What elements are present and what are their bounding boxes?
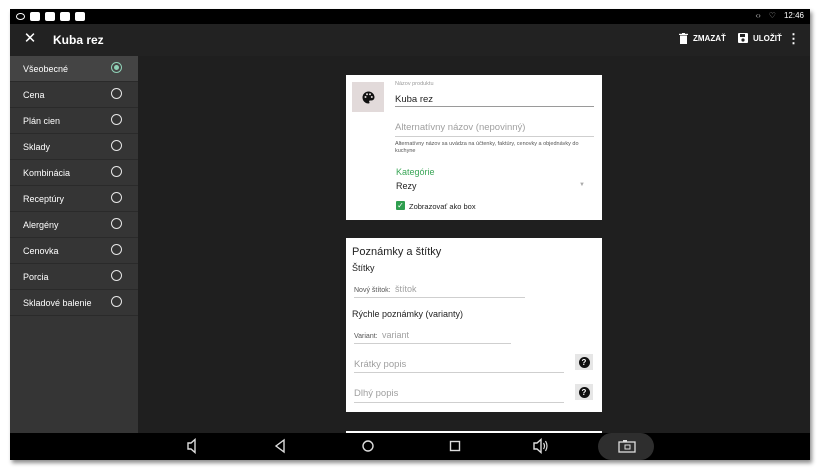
sidebar-item-general[interactable]: Všeobecné bbox=[10, 56, 138, 82]
message-icon bbox=[75, 12, 85, 21]
sidebar-item-label: Sklady bbox=[23, 142, 51, 152]
sidebar-item-recipes[interactable]: Receptúry bbox=[10, 186, 138, 212]
product-card: Názov produktu Kuba rez Alternatívny náz… bbox=[346, 75, 602, 220]
sidebar-item-stock-packaging[interactable]: Skladové balenie bbox=[10, 290, 138, 316]
variant-underline bbox=[354, 343, 511, 344]
status-bar: ‹› ♡ 12:46 bbox=[10, 9, 810, 24]
recents-icon[interactable] bbox=[448, 438, 462, 454]
save-button[interactable]: ULOŽIŤ bbox=[738, 33, 782, 43]
device-screen: ‹› ♡ 12:46 ✕ Kuba rez ZMAZAŤ ULOŽIŤ ⋮ Vš… bbox=[10, 9, 810, 460]
radio-icon bbox=[111, 88, 122, 99]
back-icon[interactable] bbox=[274, 438, 286, 454]
tags-title: Štítky bbox=[352, 263, 375, 273]
status-time: 12:46 bbox=[783, 11, 804, 20]
screen-icon bbox=[30, 12, 40, 21]
sidebar-item-warehouses[interactable]: Sklady bbox=[10, 134, 138, 160]
main-content: Názov produktu Kuba rez Alternatívny náz… bbox=[138, 56, 810, 435]
sidebar-item-label: Kombinácia bbox=[23, 168, 71, 178]
sidebar-item-label: Skladové balenie bbox=[23, 298, 92, 308]
long-description-help-button[interactable]: ? bbox=[575, 384, 593, 400]
screenshot-icon[interactable] bbox=[618, 439, 636, 453]
alt-name-underline bbox=[395, 136, 594, 137]
product-name-underline bbox=[395, 106, 594, 107]
save-icon bbox=[738, 33, 748, 43]
radio-checked-icon bbox=[111, 62, 122, 73]
dropdown-arrow-icon[interactable]: ▼ bbox=[579, 182, 585, 188]
sidebar-item-label: Plán cien bbox=[23, 116, 61, 126]
code-icon: ‹› bbox=[755, 11, 761, 20]
variant-input[interactable]: variant bbox=[382, 330, 409, 340]
save-label: ULOŽIŤ bbox=[753, 33, 782, 43]
sidebar-item-combination[interactable]: Kombinácia bbox=[10, 160, 138, 186]
help-icon: ? bbox=[578, 356, 590, 368]
volume-down-icon[interactable] bbox=[186, 438, 200, 454]
more-vert-icon[interactable]: ⋮ bbox=[787, 31, 800, 47]
sidebar-item-label: Cenovka bbox=[23, 246, 59, 256]
new-tag-label: Nový štítok: bbox=[354, 287, 391, 294]
category-select[interactable]: Rezy bbox=[396, 181, 417, 191]
quick-notes-title: Rýchle poznámky (varianty) bbox=[352, 309, 464, 319]
product-image[interactable] bbox=[352, 82, 384, 112]
sidebar-item-portion[interactable]: Porcia bbox=[10, 264, 138, 290]
palette-icon bbox=[362, 91, 374, 103]
navigation-bar bbox=[10, 433, 810, 460]
sidebar-item-price[interactable]: Cena bbox=[10, 82, 138, 108]
notes-card: Poznámky a štítky Štítky Nový štítok: št… bbox=[346, 238, 602, 412]
page-title: Kuba rez bbox=[53, 33, 104, 47]
radio-icon bbox=[111, 270, 122, 281]
radio-icon bbox=[111, 114, 122, 125]
show-as-box-label: Zobrazovať ako box bbox=[409, 202, 476, 211]
alt-name-helper: Alternatívny názov sa uvádza na účtenky,… bbox=[395, 141, 579, 154]
app-bar: ✕ Kuba rez ZMAZAŤ ULOŽIŤ ⋮ bbox=[10, 24, 810, 56]
home-icon[interactable] bbox=[361, 438, 375, 454]
radio-icon bbox=[111, 218, 122, 229]
sidebar-item-price-tag[interactable]: Cenovka bbox=[10, 238, 138, 264]
variant-label: Variant: bbox=[354, 333, 378, 340]
short-description-help-button[interactable]: ? bbox=[575, 354, 593, 370]
show-as-box-checkbox[interactable]: ✓ bbox=[396, 201, 405, 210]
category-label: Kategórie bbox=[396, 167, 435, 177]
radio-icon bbox=[111, 140, 122, 151]
long-description-underline bbox=[354, 402, 564, 403]
sidebar: Všeobecné Cena Plán cien Sklady Kombinác… bbox=[10, 56, 138, 433]
sidebar-item-label: Všeobecné bbox=[23, 64, 69, 74]
eye-icon bbox=[16, 13, 25, 20]
new-tag-underline bbox=[354, 297, 525, 298]
product-name-label: Názov produktu bbox=[395, 81, 434, 87]
sidebar-item-label: Alergény bbox=[23, 220, 59, 230]
notes-title: Poznámky a štítky bbox=[352, 246, 442, 258]
sidebar-item-label: Receptúry bbox=[23, 194, 65, 204]
help-icon: ? bbox=[578, 386, 590, 398]
volume-up-icon[interactable] bbox=[533, 438, 549, 454]
product-name-input[interactable]: Kuba rez bbox=[395, 94, 433, 105]
wifi-icon: ♡ bbox=[768, 11, 776, 20]
radio-icon bbox=[111, 166, 122, 177]
radio-icon bbox=[111, 192, 122, 203]
image-icon bbox=[60, 12, 70, 21]
trash-icon bbox=[679, 33, 688, 44]
radio-icon bbox=[111, 244, 122, 255]
short-description-underline bbox=[354, 372, 564, 373]
radio-icon bbox=[111, 296, 122, 307]
short-description-input[interactable]: Krátky popis bbox=[354, 359, 406, 370]
alt-name-input[interactable]: Alternatívny názov (nepovinný) bbox=[395, 122, 525, 133]
sidebar-item-allergens[interactable]: Alergény bbox=[10, 212, 138, 238]
sidebar-item-label: Porcia bbox=[23, 272, 49, 282]
new-tag-input[interactable]: štítok bbox=[395, 284, 417, 294]
delete-label: ZMAZAŤ bbox=[693, 34, 726, 43]
long-description-input[interactable]: Dlhý popis bbox=[354, 388, 398, 399]
close-icon[interactable]: ✕ bbox=[22, 31, 38, 47]
sidebar-item-price-plan[interactable]: Plán cien bbox=[10, 108, 138, 134]
delete-button[interactable]: ZMAZAŤ bbox=[679, 33, 726, 44]
sidebar-item-label: Cena bbox=[23, 90, 45, 100]
account-icon bbox=[45, 12, 55, 21]
